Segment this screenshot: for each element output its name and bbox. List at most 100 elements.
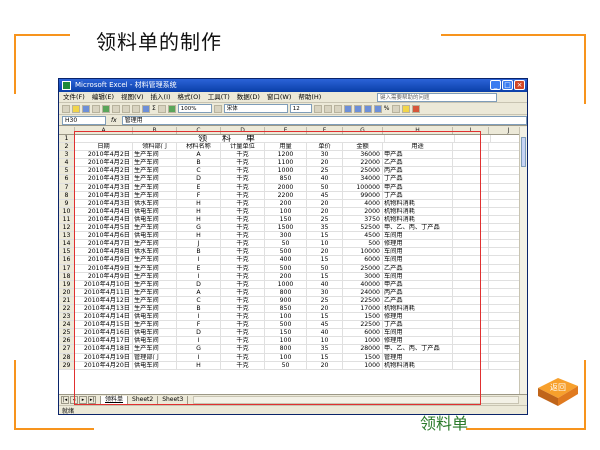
cell-material[interactable]: G <box>177 224 221 233</box>
autosum-icon[interactable]: Σ <box>152 105 156 112</box>
cell-price[interactable]: 20 <box>307 159 343 168</box>
cell[interactable] <box>453 329 489 338</box>
cell-price[interactable]: 50 <box>307 264 343 273</box>
cell[interactable] <box>489 248 521 257</box>
cell-unit[interactable]: 千克 <box>221 313 265 322</box>
formula-input[interactable]: 管理用 <box>121 115 527 125</box>
cell-purpose[interactable]: 车间用 <box>383 256 453 265</box>
cell-material[interactable]: H <box>177 215 221 225</box>
row-number[interactable]: 22 <box>59 304 75 314</box>
cell[interactable] <box>453 240 489 249</box>
cell-quantity[interactable]: 200 <box>265 272 307 281</box>
cell-unit[interactable]: 千克 <box>221 304 265 314</box>
cell[interactable] <box>453 288 489 297</box>
cell-amount[interactable]: 500 <box>343 240 383 249</box>
cell[interactable] <box>489 345 521 354</box>
cell-date[interactable]: 2010年4月9日 <box>75 272 133 281</box>
cell-unit[interactable]: 千克 <box>221 199 265 208</box>
cell-price[interactable]: 20 <box>307 199 343 208</box>
cell[interactable] <box>491 135 521 144</box>
cell-amount[interactable]: 6000 <box>343 329 383 338</box>
cell-department[interactable]: 供电车间 <box>133 337 177 346</box>
cell-price[interactable]: 35 <box>307 345 343 354</box>
cell-date[interactable]: 2010年4月8日 <box>75 248 133 257</box>
cell-material[interactable]: F <box>177 191 221 200</box>
cell-material[interactable]: I <box>177 256 221 265</box>
paste-icon[interactable] <box>132 104 140 113</box>
open-icon[interactable] <box>72 104 80 113</box>
cell-date[interactable]: 2010年4月20日 <box>75 361 133 370</box>
cell-department[interactable]: 供电车间 <box>133 207 177 216</box>
column-header[interactable]: C <box>177 127 221 134</box>
cell-amount[interactable]: 4000 <box>343 199 383 208</box>
cell-amount[interactable]: 28000 <box>343 345 383 354</box>
cell-quantity[interactable]: 500 <box>265 264 307 273</box>
row-number[interactable]: 4 <box>59 159 75 168</box>
cell[interactable] <box>489 305 521 314</box>
cell-price[interactable]: 45 <box>307 191 343 200</box>
cell-amount[interactable]: 25000 <box>343 167 383 176</box>
cell-quantity[interactable]: 1000 <box>265 167 307 176</box>
cell[interactable] <box>489 232 521 241</box>
cell-material[interactable]: B <box>177 304 221 314</box>
cell-purpose[interactable]: 丁产品 <box>383 321 453 330</box>
cell-unit[interactable]: 千克 <box>221 272 265 281</box>
font-color-icon[interactable] <box>411 104 420 113</box>
menu-format[interactable]: 格式(O) <box>178 92 201 103</box>
row-number[interactable]: 21 <box>59 296 75 305</box>
font-size-select[interactable]: 12 <box>289 104 312 113</box>
cell-price[interactable]: 20 <box>307 361 343 370</box>
cell[interactable] <box>453 248 489 257</box>
cell-price[interactable]: 40 <box>307 280 343 289</box>
cell-unit[interactable]: 千克 <box>221 337 265 346</box>
cell[interactable] <box>453 175 489 184</box>
cell-purpose[interactable]: 车间用 <box>383 272 453 281</box>
column-header[interactable]: D <box>221 127 265 134</box>
cell[interactable] <box>455 135 491 144</box>
next-sheet-button[interactable]: ▸ <box>79 396 87 404</box>
cell-purpose[interactable]: 甲产品 <box>383 151 453 160</box>
cell-price[interactable]: 40 <box>307 329 343 338</box>
cell-department[interactable]: 生产车间 <box>133 240 177 249</box>
row-number[interactable]: 17 <box>59 264 75 273</box>
cell-purpose[interactable]: 车间用 <box>383 248 453 257</box>
cell-department[interactable]: 供电车间 <box>133 232 177 241</box>
align-left-icon[interactable] <box>343 104 352 113</box>
cell[interactable] <box>489 151 521 160</box>
cell-price[interactable]: 10 <box>307 337 343 346</box>
cell[interactable] <box>489 354 521 362</box>
cell-unit[interactable]: 千克 <box>221 232 265 241</box>
vertical-scrollbar[interactable] <box>519 127 527 394</box>
cell-amount[interactable]: 25000 <box>343 264 383 273</box>
cell-amount[interactable]: 22500 <box>343 296 383 305</box>
menu-file[interactable]: 文件(F) <box>63 92 85 103</box>
row-number[interactable]: 18 <box>59 272 75 281</box>
cell-date[interactable]: 2010年4月3日 <box>75 191 133 200</box>
cell-department[interactable]: 生产车间 <box>133 175 177 184</box>
cell-department[interactable]: 生产车间 <box>133 272 177 281</box>
cell-material[interactable]: B <box>177 159 221 168</box>
column-header[interactable]: E <box>265 127 307 134</box>
cell-date[interactable]: 2010年4月9日 <box>75 264 133 273</box>
cell-amount[interactable]: 22500 <box>343 321 383 330</box>
cell-date[interactable]: 2010年4月16日 <box>75 329 133 338</box>
cell-quantity[interactable]: 200 <box>265 199 307 208</box>
cell-unit[interactable]: 千克 <box>221 215 265 225</box>
cell-quantity[interactable]: 100 <box>265 313 307 322</box>
cell-material[interactable]: C <box>177 296 221 305</box>
last-sheet-button[interactable]: ▸| <box>88 396 96 404</box>
cell-material[interactable]: E <box>177 183 221 192</box>
cell-amount[interactable]: 36000 <box>343 151 383 160</box>
align-center-icon[interactable] <box>353 104 362 113</box>
cell-purpose[interactable]: 甲产品 <box>383 280 453 289</box>
cell[interactable] <box>489 297 521 305</box>
cell-date[interactable]: 2010年4月10日 <box>75 280 133 289</box>
cell-unit[interactable]: 千克 <box>221 256 265 265</box>
menu-insert[interactable]: 插入(I) <box>151 92 171 103</box>
row-number[interactable]: 29 <box>59 361 75 370</box>
column-header[interactable]: F <box>307 127 343 134</box>
cell-purpose[interactable]: 机物料消耗 <box>383 304 453 314</box>
cell-material[interactable]: E <box>177 264 221 273</box>
cell[interactable] <box>453 345 489 354</box>
cell-quantity[interactable]: 2200 <box>265 191 307 200</box>
